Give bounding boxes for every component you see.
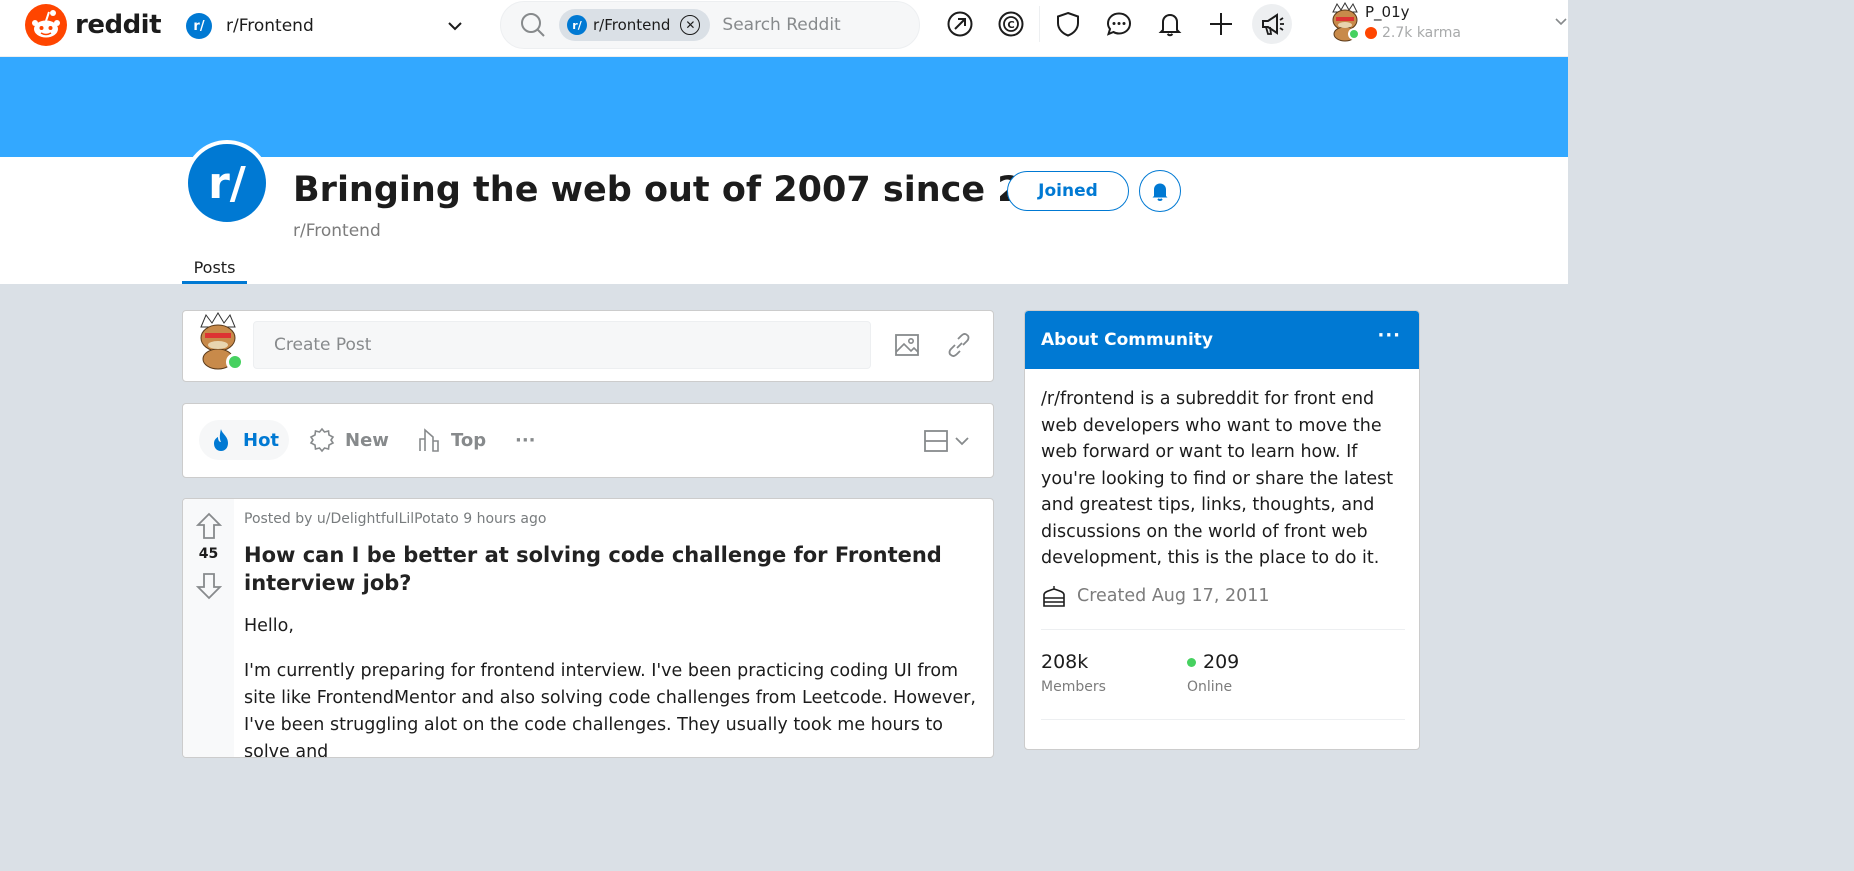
online-stat: 209 Online	[1187, 651, 1239, 695]
vote-column: 45	[183, 499, 234, 757]
moderation-shield-icon	[1057, 11, 1079, 37]
moderation-button[interactable]	[1048, 4, 1088, 44]
search-community-chip[interactable]: r/ r/Frontend ✕	[559, 9, 711, 41]
created-date: Created Aug 17, 2011	[1041, 583, 1269, 609]
post-body: Hello, I'm currently preparing for front…	[244, 613, 984, 758]
sort-bar: Hot New Top ···	[182, 403, 994, 478]
coins-button[interactable]: C	[991, 4, 1031, 44]
advertise-button[interactable]	[1252, 4, 1292, 44]
notifications-bell-icon	[1158, 13, 1182, 37]
popular-icon	[947, 11, 973, 37]
new-badge-icon	[309, 427, 335, 453]
sort-hot-label: Hot	[243, 429, 280, 451]
image-upload-icon[interactable]	[893, 331, 921, 359]
about-divider	[1041, 719, 1405, 720]
community-switcher[interactable]: r/ r/Frontend	[178, 6, 470, 46]
post-card[interactable]: 45 Posted by u/DelightfulLilPotato 9 hou…	[182, 498, 994, 758]
community-name: r/Frontend	[293, 221, 381, 241]
online-status-dot	[226, 353, 244, 371]
create-post-plus-icon	[1210, 13, 1232, 35]
search-input[interactable]	[722, 15, 903, 35]
search-icon	[521, 13, 545, 37]
online-indicator-icon	[1187, 657, 1196, 667]
search-bar[interactable]: r/ r/Frontend ✕	[500, 1, 920, 49]
advertise-megaphone-icon	[1262, 13, 1284, 35]
header-actions: C	[940, 4, 1303, 44]
online-count-row: 209	[1187, 651, 1239, 673]
sort-top-label: Top	[451, 429, 487, 451]
sort-top-button[interactable]: Top	[417, 420, 486, 460]
username: P_01y	[1365, 3, 1410, 21]
header-divider	[1039, 6, 1040, 42]
upvote-arrow-icon[interactable]	[196, 512, 222, 540]
user-menu[interactable]: P_01y 2.7k karma	[1328, 0, 1568, 50]
reddit-wordmark: reddit	[75, 10, 162, 40]
community-badge-icon: r/	[186, 13, 212, 39]
top-navigation-bar: reddit r/ r/Frontend r/ r/Frontend ✕ C	[0, 0, 1568, 57]
members-label: Members	[1041, 679, 1106, 695]
sort-more-button[interactable]: ···	[515, 420, 536, 460]
about-community-heading: About Community	[1041, 330, 1213, 350]
community-description: /r/frontend is a subreddit for front end…	[1041, 389, 1394, 568]
created-date-label: Created Aug 17, 2011	[1077, 586, 1270, 606]
chip-remove-icon[interactable]: ✕	[680, 15, 701, 35]
karma-icon	[1365, 27, 1377, 39]
chevron-down-icon	[955, 437, 969, 446]
about-community-card: About Community ··· /r/frontend is a sub…	[1024, 310, 1420, 750]
post-title[interactable]: How can I be better at solving code chal…	[244, 541, 984, 597]
post-body-paragraph: I'm currently preparing for frontend int…	[244, 661, 976, 758]
tab-posts[interactable]: Posts	[182, 258, 247, 284]
chat-button[interactable]	[1099, 4, 1139, 44]
chip-community-badge-icon: r/	[567, 15, 587, 35]
bell-icon	[1152, 183, 1168, 201]
post-body-paragraph: Hello,	[244, 616, 294, 636]
community-notifications-button[interactable]	[1139, 170, 1181, 212]
sort-hot-button[interactable]: Hot	[199, 420, 290, 460]
create-post-card	[182, 310, 994, 382]
vote-count: 45	[198, 546, 219, 562]
members-count: 208k	[1041, 651, 1089, 673]
top-chart-icon	[419, 428, 439, 452]
community-title: Bringing the web out of 2007 since 2013.	[293, 170, 1108, 210]
post-meta: Posted by u/DelightfulLilPotato 9 hours …	[244, 511, 547, 527]
about-divider	[1041, 629, 1405, 630]
downvote-arrow-icon[interactable]	[196, 572, 222, 600]
sort-new-button[interactable]: New	[309, 420, 389, 460]
hot-flame-icon	[214, 429, 228, 451]
karma-count: 2.7k karma	[1365, 25, 1461, 41]
chevron-down-icon	[448, 22, 462, 31]
create-post-button[interactable]	[1201, 4, 1241, 44]
svg-text:C: C	[1007, 20, 1014, 31]
karma-label: 2.7k karma	[1382, 25, 1461, 41]
online-label: Online	[1187, 679, 1233, 695]
online-status-dot	[1348, 28, 1360, 40]
popular-button[interactable]	[940, 4, 980, 44]
about-community-header: About Community ···	[1025, 311, 1419, 369]
link-icon[interactable]	[945, 331, 973, 359]
notifications-button[interactable]	[1150, 4, 1190, 44]
members-stat: 208k Members	[1041, 651, 1106, 695]
cake-icon	[1043, 586, 1065, 607]
reddit-home-link[interactable]: reddit	[25, 4, 162, 46]
online-count: 209	[1203, 651, 1240, 673]
chip-label: r/Frontend	[593, 16, 671, 34]
about-more-options-button[interactable]: ···	[1377, 325, 1401, 346]
community-icon: r/	[184, 140, 270, 226]
create-post-input[interactable]	[253, 321, 871, 369]
reddit-logo-icon	[25, 4, 67, 46]
community-switcher-label: r/Frontend	[226, 16, 314, 36]
joined-button[interactable]: Joined	[1007, 171, 1129, 211]
sort-new-label: New	[345, 429, 389, 451]
chevron-down-icon	[1555, 18, 1567, 26]
chat-icon	[1106, 12, 1132, 36]
view-layout-toggle[interactable]	[923, 428, 971, 454]
card-view-icon	[924, 430, 948, 452]
coins-icon: C	[998, 11, 1024, 37]
